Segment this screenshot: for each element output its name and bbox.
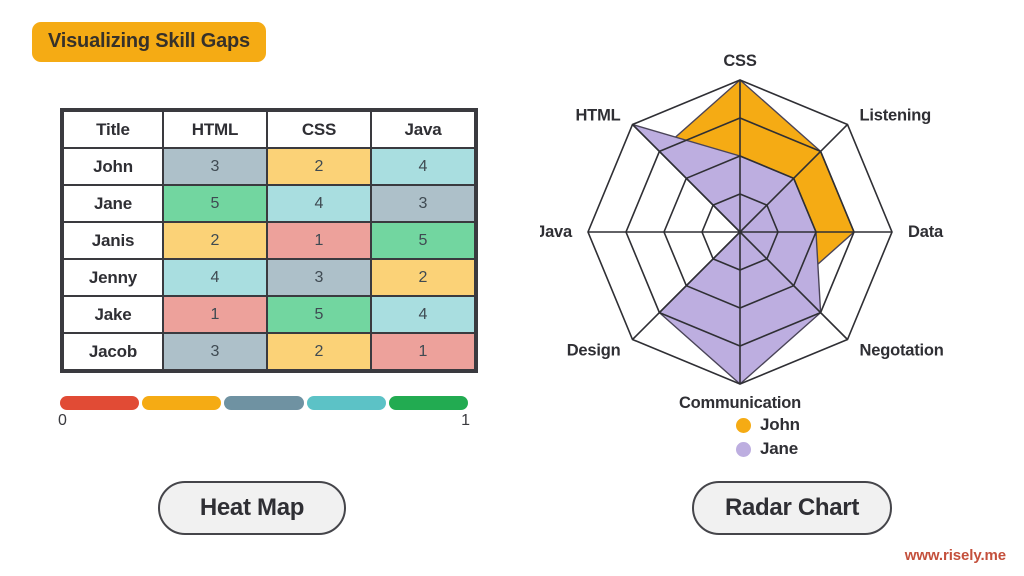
heatmap-panel: Title HTML CSS Java John 3 2 4 Jane 5 4 3 Janis 2…: [60, 108, 478, 373]
radar-chart-svg: CSS Listening Data Negotation Communication D…: [540, 52, 944, 412]
heat-map-button[interactable]: Heat Map: [158, 481, 346, 535]
table-row: John 3 2 4: [63, 148, 475, 185]
legend-item-label: Jane: [760, 439, 798, 458]
heatmap-cell: 3: [371, 185, 475, 222]
radar-chart-button[interactable]: Radar Chart: [692, 481, 892, 535]
row-label: Jenny: [63, 259, 163, 296]
page-title: Visualizing Skill Gaps: [32, 22, 266, 62]
column-header-html: HTML: [163, 111, 267, 148]
heatmap-cell: 3: [163, 148, 267, 185]
radar-legend: John Jane: [736, 415, 800, 459]
heatmap-cell: 2: [163, 222, 267, 259]
column-header-title: Title: [63, 111, 163, 148]
radar-axis-label: Java: [540, 223, 573, 241]
legend-item: John: [736, 415, 800, 435]
heatmap-color-legend: [60, 396, 469, 410]
legend-swatch: [224, 396, 304, 410]
legend-color-dot: [736, 441, 751, 457]
table-header-row: Title HTML CSS Java: [63, 111, 475, 148]
table-body: John 3 2 4 Jane 5 4 3 Janis 2 1 5 Jenny 4 3 2 Jake 1 5 4 Jac…: [63, 148, 475, 370]
heatmap-cell: 1: [163, 296, 267, 333]
legend-swatch: [60, 396, 140, 410]
radar-axis-label: HTML: [575, 107, 620, 125]
row-label: Jacob: [63, 333, 163, 370]
heatmap-cell: 3: [163, 333, 267, 370]
radar-axis-label: Listening: [860, 107, 932, 125]
heatmap-cell: 3: [267, 259, 371, 296]
radar-axis-label: Communication: [679, 394, 801, 412]
heatmap-cell: 4: [371, 296, 475, 333]
legend-min-label: 0: [58, 412, 67, 429]
legend-color-dot: [736, 417, 751, 433]
table-row: Jane 5 4 3: [63, 185, 475, 222]
legend-swatch: [142, 396, 222, 410]
table-row: Janis 2 1 5: [63, 222, 475, 259]
legend-max-label: 1: [461, 412, 470, 429]
radar-axis-spokes: [588, 80, 892, 384]
legend-swatch: [306, 396, 386, 410]
row-label: Janis: [63, 222, 163, 259]
radar-axis-label: Data: [908, 223, 944, 241]
watermark: www.risely.me: [904, 547, 1006, 564]
skill-heatmap-table: Title HTML CSS Java John 3 2 4 Jane 5 4 3 Janis 2…: [60, 108, 478, 373]
column-header-css: CSS: [267, 111, 371, 148]
legend-item: Jane: [736, 439, 800, 459]
heatmap-legend-scale: 0 1: [58, 412, 470, 430]
row-label: John: [63, 148, 163, 185]
heatmap-cell: 5: [267, 296, 371, 333]
heatmap-cell: 5: [163, 185, 267, 222]
legend-item-label: John: [760, 415, 800, 434]
heatmap-cell: 4: [267, 185, 371, 222]
heatmap-cell: 2: [267, 148, 371, 185]
heatmap-cell: 2: [267, 333, 371, 370]
radar-axis-label: Design: [567, 342, 621, 360]
row-label: Jake: [63, 296, 163, 333]
legend-swatch: [388, 396, 469, 410]
radar-axis-label: Negotation: [860, 342, 944, 360]
column-header-java: Java: [371, 111, 475, 148]
table-row: Jacob 3 2 1: [63, 333, 475, 370]
heatmap-cell: 4: [163, 259, 267, 296]
table-row: Jenny 4 3 2: [63, 259, 475, 296]
heatmap-cell: 1: [267, 222, 371, 259]
row-label: Jane: [63, 185, 163, 222]
heatmap-cell: 2: [371, 259, 475, 296]
heatmap-cell: 4: [371, 148, 475, 185]
table-row: Jake 1 5 4: [63, 296, 475, 333]
radar-axis-label: CSS: [723, 52, 757, 70]
heatmap-cell: 5: [371, 222, 475, 259]
radar-chart-panel: CSS Listening Data Negotation Communication D…: [540, 40, 980, 420]
heatmap-cell: 1: [371, 333, 475, 370]
